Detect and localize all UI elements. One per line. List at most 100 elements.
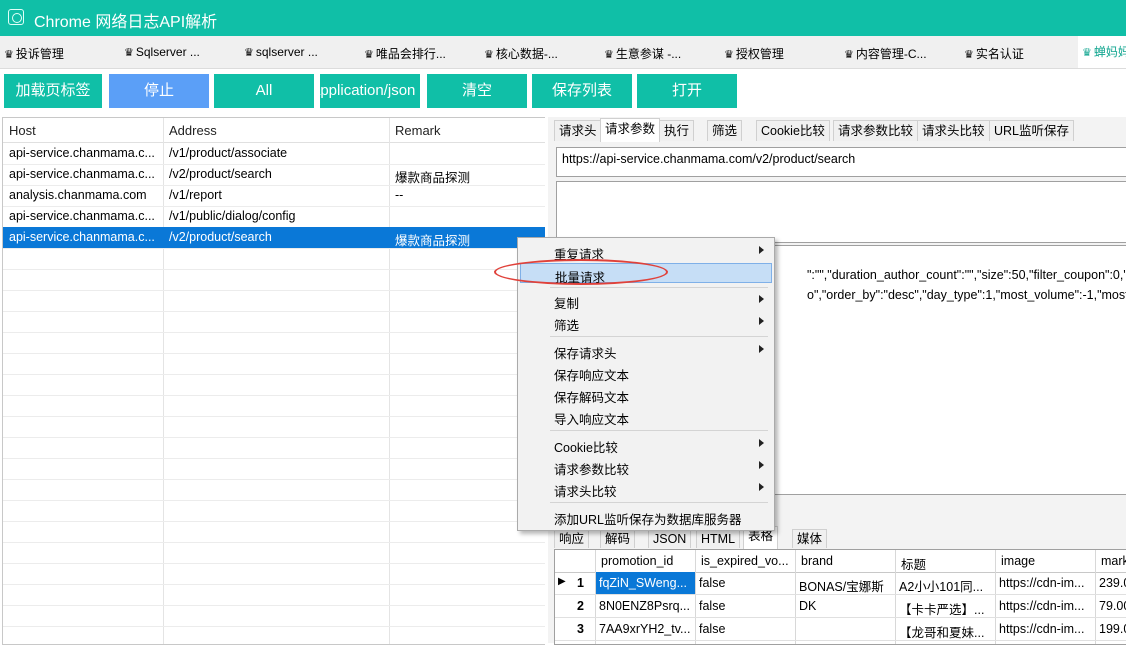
crown-icon: ♛ — [604, 49, 614, 61]
menu-item-import-response[interactable]: 导入响应文本 — [520, 406, 772, 427]
tab-decode[interactable]: 解码 — [600, 529, 636, 548]
empty-row — [3, 437, 545, 459]
tab-auth-manage[interactable]: ♛ 授权管理 — [724, 45, 784, 62]
menu-separator — [550, 430, 768, 431]
tab-media[interactable]: 媒体 — [792, 529, 828, 548]
empty-row — [3, 248, 545, 270]
menu-item-params-compare[interactable]: 请求参数比较 — [520, 456, 772, 477]
menu-item-copy[interactable]: 复制 — [520, 290, 772, 311]
browser-tab-strip: ♛ 投诉管理 ♛ Sqlserver ... ♛ sqlserver ... ♛ 唯品会… — [0, 36, 1126, 69]
col-mark[interactable]: mark — [1101, 554, 1126, 568]
tab-sqlserver-2[interactable]: ♛ sqlserver ... — [244, 45, 318, 59]
tab-realname[interactable]: ♛ 实名认证 — [964, 45, 1024, 62]
request-list-header: Host Address Remark — [3, 118, 545, 143]
url-text: https://api-service.chanmama.com/v2/prod… — [562, 152, 856, 166]
window-title: Chrome 网络日志API解析 — [34, 14, 218, 31]
crown-icon: ♛ — [4, 49, 14, 61]
params-field[interactable] — [556, 181, 1126, 243]
tab-json[interactable]: JSON — [648, 529, 692, 548]
empty-row — [3, 395, 545, 417]
save-list-button[interactable]: 保存列表 — [532, 74, 632, 108]
col-brand[interactable]: brand — [801, 554, 893, 568]
request-row[interactable]: api-service.chanmama.c... /v1/public/dia… — [3, 206, 545, 228]
cell-promotion-id-selected[interactable]: fqZiN_SWeng... — [596, 572, 695, 594]
menu-separator — [550, 336, 768, 337]
tab-content-manage[interactable]: ♛ 内容管理-C... — [844, 45, 927, 62]
submenu-arrow-icon — [759, 295, 764, 303]
clear-button[interactable]: 清空 — [427, 74, 527, 108]
open-button[interactable]: 打开 — [637, 74, 737, 108]
tab-request-headers[interactable]: 请求头 — [554, 120, 602, 141]
submenu-arrow-icon — [759, 317, 764, 325]
empty-row — [3, 374, 545, 396]
request-row[interactable]: analysis.chanmama.com /v1/report -- — [3, 185, 545, 207]
submenu-arrow-icon — [759, 439, 764, 447]
tab-sqlserver-1[interactable]: ♛ Sqlserver ... — [124, 45, 200, 59]
col-title[interactable]: 标题 — [901, 554, 993, 573]
tab-url-monitor-save[interactable]: URL监听保存 — [989, 120, 1075, 141]
submenu-arrow-icon — [759, 345, 764, 353]
col-address[interactable]: Address — [169, 123, 217, 138]
empty-row — [3, 416, 545, 438]
tab-vip-rank[interactable]: ♛ 唯品会排行... — [364, 45, 446, 62]
menu-item-save-headers[interactable]: 保存请求头 — [520, 340, 772, 361]
tab-request-params[interactable]: 请求参数 — [600, 118, 661, 142]
table-row[interactable]: 2 8N0ENZ8Psrq... false DK 【卡卡严选】... http… — [555, 595, 1126, 618]
tab-business-advisor[interactable]: ♛ 生意参谋 -... — [604, 45, 681, 62]
tab-core-data[interactable]: ♛ 核心数据-... — [484, 45, 558, 62]
load-tab-button[interactable]: 加载页标签 — [4, 74, 102, 108]
empty-row — [3, 332, 545, 354]
table-row[interactable]: ▶ 1 fqZiN_SWeng... false BONAS/宝娜斯 A2小小1… — [555, 572, 1126, 595]
empty-row — [3, 584, 545, 606]
row-number: 2 — [577, 599, 584, 613]
col-image[interactable]: image — [1001, 554, 1093, 568]
table-row[interactable]: 3 7AA9xrYH2_tv... false 【龙哥和夏妹... https:… — [555, 618, 1126, 641]
all-button[interactable]: All — [214, 74, 314, 108]
col-remark[interactable]: Remark — [395, 123, 441, 138]
menu-item-add-url-monitor[interactable]: 添加URL监听保存为数据库服务器 — [520, 506, 772, 527]
row-number: 1 — [577, 576, 584, 590]
tab-response[interactable]: 响应 — [554, 529, 590, 548]
col-host[interactable]: Host — [9, 123, 36, 138]
crown-icon: ♛ — [364, 49, 374, 61]
tab-complaint[interactable]: ♛ 投诉管理 — [4, 45, 64, 62]
tab-cookie-compare[interactable]: Cookie比较 — [756, 120, 830, 141]
tab-headers-compare[interactable]: 请求头比较 — [917, 120, 990, 141]
result-table[interactable]: promotion_id is_expired_vo... brand 标题 i… — [554, 549, 1126, 645]
request-list[interactable]: Host Address Remark api-service.chanmama… — [2, 117, 545, 645]
menu-item-filter[interactable]: 筛选 — [520, 312, 772, 333]
url-field[interactable]: https://api-service.chanmama.com/v2/prod… — [556, 147, 1126, 177]
empty-row — [3, 521, 545, 543]
row-pointer-icon: ▶ — [558, 576, 566, 587]
crown-icon: ♛ — [964, 49, 974, 61]
stop-button[interactable]: 停止 — [109, 74, 209, 108]
body-line: ":"","duration_author_count":"","size":5… — [807, 268, 1126, 282]
tab-chanmama[interactable]: ♛ 蝉妈妈 — [1078, 36, 1126, 68]
empty-row — [3, 563, 545, 585]
tab-params-compare[interactable]: 请求参数比较 — [833, 120, 919, 141]
menu-item-save-response[interactable]: 保存响应文本 — [520, 362, 772, 383]
menu-item-save-decoded[interactable]: 保存解码文本 — [520, 384, 772, 405]
tab-execute[interactable]: 执行 — [659, 120, 695, 141]
menu-item-cookie-compare[interactable]: Cookie比较 — [520, 434, 772, 455]
request-row[interactable]: api-service.chanmama.c... /v1/product/as… — [3, 143, 545, 165]
empty-row — [3, 500, 545, 522]
menu-item-repeat-request[interactable]: 重复请求 — [520, 241, 772, 262]
request-row[interactable]: api-service.chanmama.c... /v2/product/se… — [3, 164, 545, 186]
result-table-header: promotion_id is_expired_vo... brand 标题 i… — [555, 550, 1126, 573]
submenu-arrow-icon — [759, 246, 764, 254]
col-is-expired[interactable]: is_expired_vo... — [701, 554, 793, 568]
tab-filter[interactable]: 筛选 — [707, 120, 743, 141]
tab-html[interactable]: HTML — [696, 529, 741, 548]
menu-item-headers-compare[interactable]: 请求头比较 — [520, 478, 772, 499]
content-type-button[interactable]: application/json — [320, 74, 420, 108]
col-promotion-id[interactable]: promotion_id — [601, 554, 697, 568]
empty-row — [3, 290, 545, 312]
crown-icon: ♛ — [124, 47, 134, 59]
submenu-arrow-icon — [759, 461, 764, 469]
empty-row — [3, 626, 545, 644]
title-bar: Chrome 网络日志API解析 — [0, 0, 1126, 36]
empty-row — [3, 458, 545, 480]
menu-separator — [550, 502, 768, 503]
request-row-selected[interactable]: api-service.chanmama.c... /v2/product/se… — [3, 227, 545, 249]
